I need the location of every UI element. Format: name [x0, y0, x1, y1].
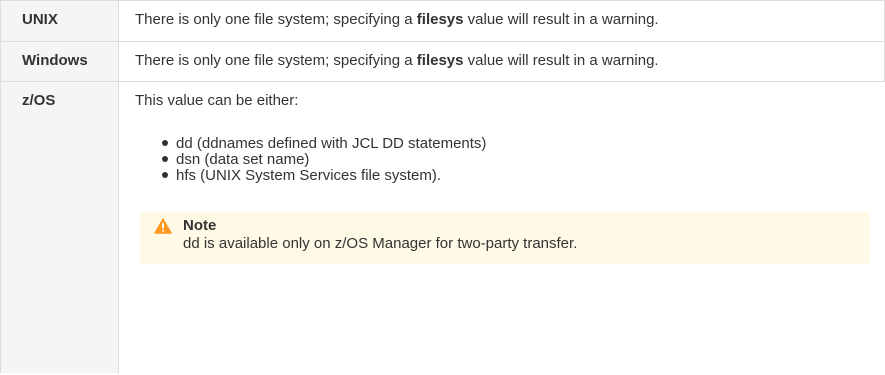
table-row: UNIX There is only one file system; spec… — [0, 0, 885, 42]
list-item: dd (ddnames defined with JCL DD statemen… — [162, 136, 885, 152]
value-text-after: value will result in a warning. — [463, 52, 659, 69]
value-text-before: There is only one file system; specifyin… — [135, 11, 417, 28]
row-header-zos: z/OS — [0, 81, 119, 373]
zos-intro: This value can be either: — [135, 92, 299, 109]
row-value-zos: This value can be either: dd (ddnames de… — [118, 81, 885, 373]
list-item-text: hfs (UNIX System Services file system). — [176, 167, 442, 184]
table-row: z/OS This value can be either: dd (ddnam… — [0, 81, 885, 373]
value-text-before: There is only one file system; specifyin… — [135, 52, 417, 69]
list-item: dsn (data set name) — [162, 152, 885, 168]
list-item-text: dsn (data set name) — [176, 151, 310, 168]
warning-icon — [154, 218, 172, 234]
note-title: Note — [183, 217, 217, 234]
note-body: dd is available only on z/OS Manager for… — [183, 235, 578, 252]
platform-table: UNIX There is only one file system; spec… — [0, 0, 885, 373]
zos-options-list: dd (ddnames defined with JCL DD statemen… — [135, 136, 885, 184]
bullet-icon — [162, 156, 168, 162]
list-item-text: dd (ddnames defined with JCL DD statemen… — [176, 135, 487, 152]
filesys-keyword: filesys — [416, 52, 464, 69]
note-panel: Note dd is available only on z/OS Manage… — [140, 212, 870, 264]
row-header-unix: UNIX — [0, 0, 119, 42]
row-value-windows: There is only one file system; specifyin… — [118, 41, 885, 82]
list-item: hfs (UNIX System Services file system). — [162, 168, 885, 184]
filesys-keyword: filesys — [416, 11, 464, 28]
row-header-windows: Windows — [0, 41, 119, 82]
value-text-after: value will result in a warning. — [463, 11, 659, 28]
bullet-icon — [162, 140, 168, 146]
bullet-icon — [162, 172, 168, 178]
table-row: Windows There is only one file system; s… — [0, 41, 885, 82]
row-value-unix: There is only one file system; specifyin… — [118, 0, 885, 42]
